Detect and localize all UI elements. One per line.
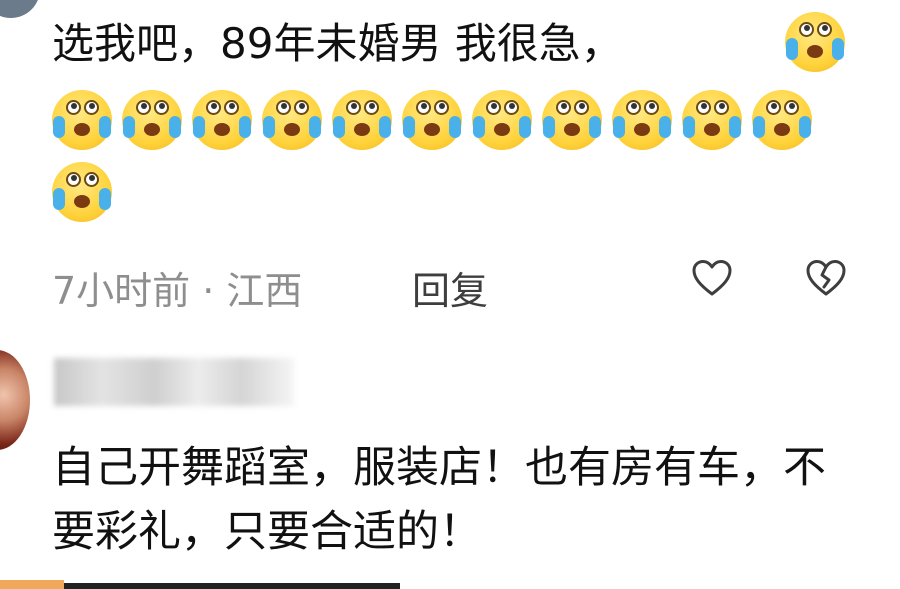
crying-emoji xyxy=(752,90,812,150)
crying-emoji xyxy=(52,90,112,150)
crying-emoji xyxy=(52,162,112,222)
crying-emoji xyxy=(472,90,532,150)
reply-button[interactable]: 回复 xyxy=(412,260,488,315)
crying-emoji xyxy=(122,90,182,150)
comment-1-meta: 7小时前 · 江西 回复 xyxy=(52,256,882,313)
avatar-top[interactable] xyxy=(0,0,40,18)
bottom-bar-accent xyxy=(0,580,64,589)
avatar-2[interactable] xyxy=(0,350,30,450)
emoji-row-3 xyxy=(52,162,112,222)
heart-icon[interactable] xyxy=(690,256,734,300)
emoji-row-2 xyxy=(52,90,812,150)
crying-emoji xyxy=(682,90,742,150)
crying-emoji xyxy=(402,90,462,150)
emoji-row-1 xyxy=(785,12,845,72)
crying-emoji xyxy=(542,90,602,150)
username-blurred[interactable] xyxy=(54,358,294,406)
bottom-bar-line xyxy=(64,583,400,589)
crying-emoji xyxy=(612,90,672,150)
broken-heart-icon[interactable] xyxy=(804,256,848,300)
crying-emoji xyxy=(785,12,845,72)
crying-emoji xyxy=(262,90,322,150)
comment-1-text: 选我吧，89年未婚男 我很急， xyxy=(52,19,623,68)
crying-emoji xyxy=(192,90,252,150)
comment-2-text: 自己开舞蹈室，服装店！也有房有车，不要彩礼，只要合适的！ xyxy=(52,443,826,557)
crying-emoji xyxy=(332,90,392,150)
comment-time-location: 7小时前 · 江西 xyxy=(52,269,303,313)
